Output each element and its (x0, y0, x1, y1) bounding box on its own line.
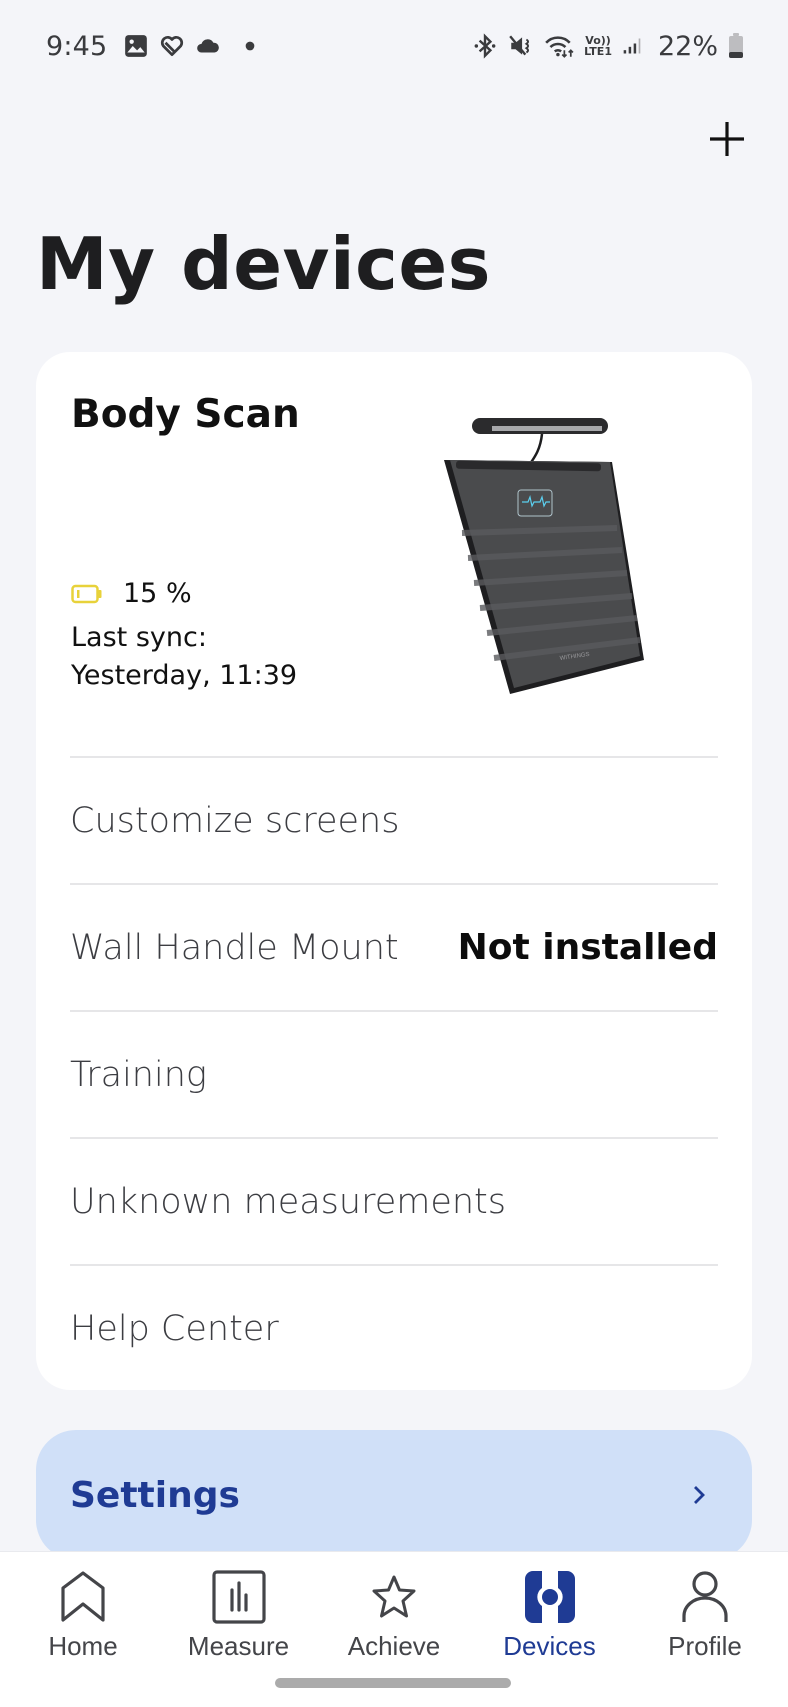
page-title: My devices (36, 222, 491, 306)
nav-measure[interactable]: Measure (164, 1552, 314, 1662)
nav-profile[interactable]: Profile (630, 1552, 780, 1662)
settings-label: Settings (70, 1474, 240, 1516)
status-bar: 9:45 Vo)) LTE1 22% (0, 0, 788, 92)
status-right: Vo)) LTE1 22% (472, 31, 744, 62)
menu-item-label: Unknown measurements (70, 1181, 507, 1222)
status-left: 9:45 (46, 31, 263, 62)
volte-icon: Vo)) LTE1 (584, 35, 612, 57)
signal-icon (623, 38, 641, 54)
device-battery-level: 15 % (123, 578, 192, 609)
menu-item-label: Help Center (70, 1308, 279, 1349)
nav-devices[interactable]: Devices (475, 1552, 625, 1662)
dot-icon (246, 41, 255, 51)
status-time: 9:45 (46, 30, 108, 62)
home-indicator[interactable] (275, 1678, 511, 1688)
menu-item-help-center[interactable]: Help Center (70, 1264, 718, 1391)
device-card: Body Scan 15 % Last sync: Yesterday, 11:… (36, 352, 752, 1390)
nav-achieve[interactable]: Achieve (319, 1552, 469, 1662)
home-icon (61, 1571, 105, 1622)
battery-icon (729, 33, 743, 58)
menu-item-label: Wall Handle Mount (70, 927, 399, 968)
last-sync-value: Yesterday, 11:39 (71, 660, 298, 691)
wifi-icon (545, 36, 574, 58)
nav-label: Home (48, 1631, 118, 1661)
menu-item-label: Customize screens (70, 800, 400, 841)
nav-home[interactable]: Home (8, 1552, 158, 1662)
health-icon (161, 36, 184, 57)
gallery-icon (125, 35, 148, 57)
device-name: Body Scan (71, 392, 300, 437)
battery-percent: 22% (657, 30, 718, 62)
device-menu: Customize screens Wall Handle Mount Not … (70, 756, 718, 1391)
menu-item-label: Training (70, 1054, 207, 1095)
add-device-button[interactable] (700, 112, 754, 166)
plus-icon (710, 122, 744, 156)
nav-label: Profile (668, 1631, 742, 1661)
settings-button[interactable]: Settings (36, 1430, 752, 1560)
last-sync-label: Last sync: (71, 622, 207, 653)
device-battery-icon (71, 584, 102, 603)
menu-item-unknown-measurements[interactable]: Unknown measurements (70, 1137, 718, 1264)
wall-handle-status: Not installed (457, 927, 718, 968)
chevron-right-icon (694, 1486, 705, 1504)
device-image: WITHINGS (444, 418, 644, 694)
nav-label: Measure (187, 1631, 290, 1661)
cloud-icon (197, 39, 220, 53)
menu-item-wall-handle-mount[interactable]: Wall Handle Mount Not installed (70, 883, 718, 1010)
mute-icon (509, 35, 530, 56)
volte-bottom-label: LTE1 (584, 45, 612, 58)
bluetooth-icon (474, 33, 496, 59)
devices-icon (524, 1571, 575, 1623)
menu-item-training[interactable]: Training (70, 1010, 718, 1137)
nav-label: Devices (503, 1631, 596, 1661)
nav-label: Achieve (347, 1631, 441, 1661)
menu-item-customize-screens[interactable]: Customize screens (70, 756, 718, 883)
profile-icon (682, 1571, 728, 1622)
device-battery: 15 % (71, 578, 192, 609)
star-icon (372, 1575, 416, 1618)
measure-icon (211, 1570, 266, 1624)
bottom-nav: Home Measure Achieve Devices Profile (0, 1551, 788, 1707)
